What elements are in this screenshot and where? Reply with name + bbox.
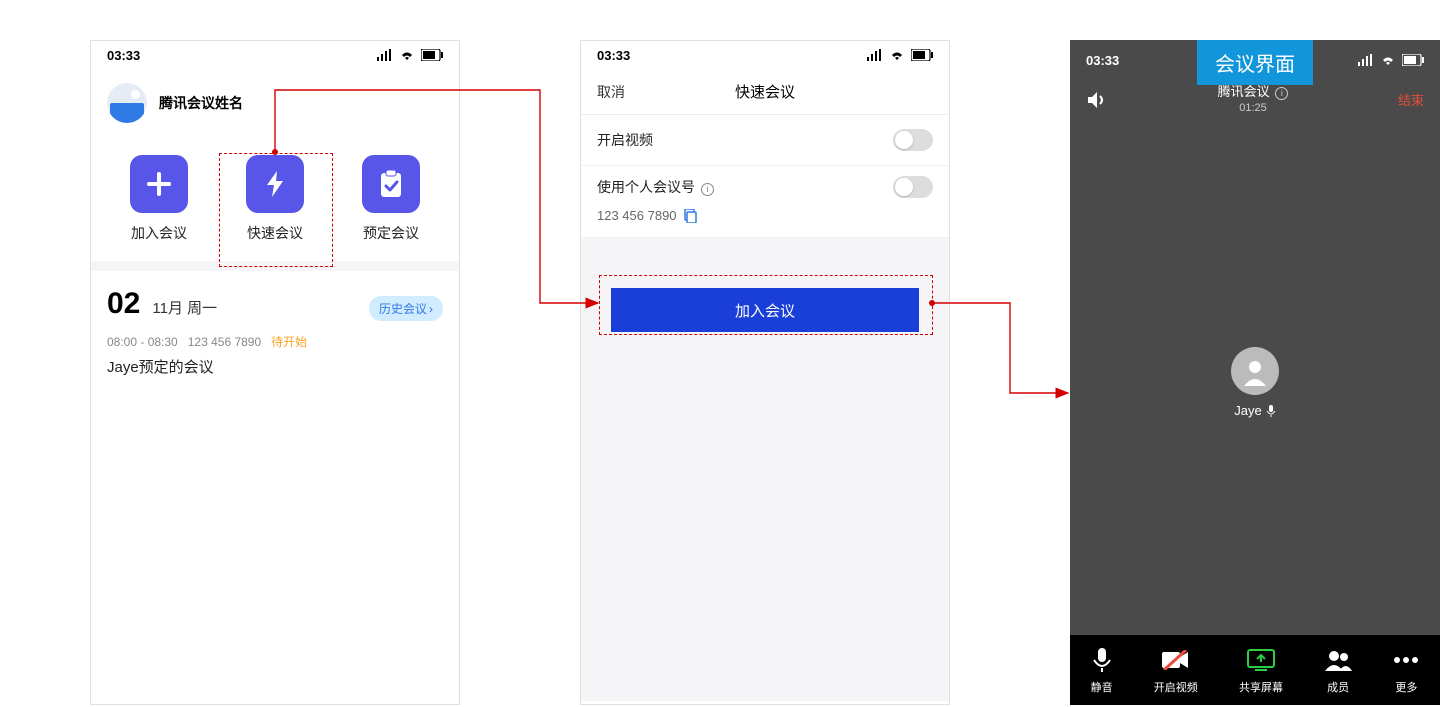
status-time: 03:33 [107,48,140,63]
end-meeting-button[interactable]: 结束 [1398,90,1424,109]
schedule-label: 预定会议 [362,223,420,243]
speaker-icon[interactable] [1086,90,1108,110]
status-bar: 03:33 [91,41,459,69]
mute-label: 静音 [1091,679,1113,695]
status-icons [1358,54,1424,66]
signal-icon [1358,54,1374,66]
meeting-name: 腾讯会议 [1218,84,1270,99]
more-button[interactable]: 更多 [1393,645,1419,695]
elapsed-time: 01:25 [1218,101,1289,115]
history-meetings-button[interactable]: 历史会议 › [369,296,443,321]
video-area: Jaye [1070,125,1440,640]
info-icon[interactable]: i [1275,87,1288,100]
signal-icon [377,49,393,61]
participant-name: Jaye [1234,403,1261,418]
plus-icon [130,155,188,213]
members-label: 成员 [1324,679,1352,695]
day-text: 11月 周一 [152,297,217,318]
clipboard-check-icon [362,155,420,213]
schedule-meeting-button[interactable]: 预定会议 [362,155,420,243]
join-label: 加入会议 [130,223,188,243]
screen-title: 快速会议 [735,81,795,102]
status-time: 03:33 [597,48,630,63]
wifi-icon [1380,54,1396,66]
cancel-button[interactable]: 取消 [597,82,625,102]
meeting-id-display: 123 456 7890 [581,208,949,238]
status-icons [377,49,443,61]
history-label: 历史会议 [379,300,427,317]
share-screen-button[interactable]: 共享屏幕 [1239,645,1283,695]
date-row: 02 11月 周一 历史会议 › [91,271,459,329]
members-icon [1324,645,1352,675]
more-icon [1393,645,1419,675]
status-bar: 03:33 [581,41,949,69]
battery-icon [1402,54,1424,66]
meeting-list-item[interactable]: 08:00 - 08:30 123 456 7890 待开始 Jaye预定的会议 [91,329,459,377]
battery-icon [421,49,443,61]
video-off-icon [1154,645,1198,675]
personal-id-row: 使用个人会议号 i [581,166,949,208]
meeting-status: 待开始 [271,333,307,350]
video-label: 开启视频 [1154,679,1198,695]
chevron-right-icon: › [429,302,433,316]
share-screen-icon [1239,645,1283,675]
share-label: 共享屏幕 [1239,679,1283,695]
mic-icon [1266,405,1276,417]
meeting-id: 123 456 7890 [188,335,261,349]
meeting-id-value: 123 456 7890 [597,208,677,223]
body-area: 加入会议 [581,238,949,701]
phone-in-meeting-screen: 会议界面 03:33 腾讯会议 i 01:25 结束 Jaye [1070,40,1440,705]
day-number: 02 [107,287,140,321]
start-video-button[interactable]: 开启视频 [1154,645,1198,695]
phone-quick-meeting-screen: 03:33 取消 快速会议 开启视频 使用个人会议号 i 123 456 789… [580,40,950,705]
meeting-interface-banner: 会议界面 [1197,40,1313,85]
join-meeting-button[interactable]: 加入会议 [130,155,188,243]
enable-video-label: 开启视频 [597,130,653,150]
participant-avatar-icon [1231,347,1279,395]
personal-id-toggle[interactable] [893,176,933,198]
meeting-toolbar: 静音 开启视频 共享屏幕 成员 更多 [1070,635,1440,705]
enable-video-toggle[interactable] [893,129,933,151]
info-icon[interactable]: i [701,183,714,196]
members-button[interactable]: 成员 [1324,645,1352,695]
wifi-icon [399,49,415,61]
status-time: 03:33 [1086,53,1119,68]
avatar-icon [107,83,147,123]
user-header[interactable]: 腾讯会议姓名 [91,69,459,133]
mute-button[interactable]: 静音 [1091,645,1113,695]
quick-meeting-button[interactable]: 快速会议 [246,155,304,243]
quick-label: 快速会议 [246,223,304,243]
wifi-icon [889,49,905,61]
join-meeting-submit-button[interactable]: 加入会议 [611,288,919,332]
meeting-time: 08:00 - 08:30 [107,335,178,349]
username-label: 腾讯会议姓名 [159,93,243,113]
enable-video-row: 开启视频 [581,115,949,166]
more-label: 更多 [1393,679,1419,695]
phone-home-screen: 03:33 腾讯会议姓名 加入会议 快速会议 预定会议 [90,40,460,705]
copy-icon[interactable] [683,209,697,223]
personal-id-label: 使用个人会议号 [597,179,695,195]
microphone-icon [1091,645,1113,675]
signal-icon [867,49,883,61]
battery-icon [911,49,933,61]
lightning-icon [246,155,304,213]
status-icons [867,49,933,61]
main-actions-row: 加入会议 快速会议 预定会议 [91,133,459,261]
meeting-title: Jaye预定的会议 [107,356,443,377]
nav-bar: 取消 快速会议 [581,69,949,115]
section-divider [91,261,459,271]
